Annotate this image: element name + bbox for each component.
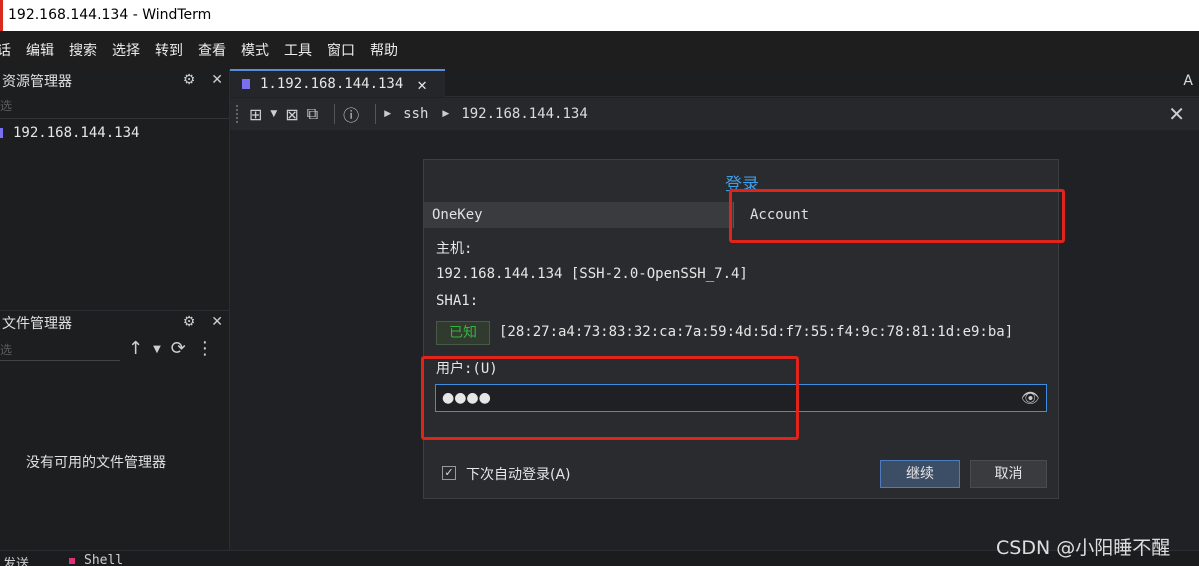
continue-button[interactable]: 继续	[880, 460, 960, 488]
highlight-box-user	[421, 356, 799, 440]
sha-fingerprint: [28:27:a4:73:83:32:ca:7a:59:4d:5d:f7:55:…	[499, 324, 1014, 340]
menu-select[interactable]: 选择	[112, 40, 146, 60]
sha-label: SHA1:	[436, 293, 479, 309]
menu-window[interactable]: 窗口	[327, 40, 361, 60]
session-label: 192.168.144.134	[13, 125, 140, 141]
title-accent	[0, 0, 3, 31]
status-shell[interactable]: Shell	[84, 553, 123, 566]
auto-login-label[interactable]: 下次自动登录(A)	[466, 464, 571, 484]
info-icon[interactable]: ⓘ	[343, 102, 359, 126]
file-manager-header: 文件管理器 ⚙ ✕	[0, 311, 229, 335]
highlight-box-account	[729, 189, 1065, 243]
tab-label: 1.192.168.144.134	[260, 76, 404, 92]
close-icon[interactable]: ✕	[417, 75, 427, 94]
host-value: 192.168.144.134 [SSH-2.0-OpenSSH_7.4]	[436, 266, 748, 282]
close-icon[interactable]: ✕	[1168, 102, 1185, 126]
tab-session[interactable]: 1.192.168.144.134 ✕	[230, 69, 445, 97]
refresh-icon[interactable]: ⟳	[171, 338, 186, 362]
breadcrumb-host[interactable]: 192.168.144.134	[461, 106, 587, 122]
explorer-header: 资源管理器 ⚙ ✕	[0, 69, 229, 93]
menu-help[interactable]: 帮助	[370, 40, 404, 60]
tab-color-marker	[242, 79, 250, 89]
session-item[interactable]: 192.168.144.134	[0, 119, 229, 147]
toolbar-separator	[334, 104, 336, 124]
host-label: 主机:	[436, 241, 473, 257]
file-manager-panel: 文件管理器 ⚙ ✕ 选 ↑ ▼ ⟳ ⋮ 没有可用的文件管理器	[0, 310, 229, 550]
gear-icon[interactable]: ⚙	[183, 314, 196, 330]
toolbar-grip[interactable]	[236, 105, 239, 123]
status-send[interactable]: 发送	[3, 553, 29, 566]
chevron-down-icon[interactable]: ▼	[270, 109, 277, 119]
menu-bar: 话 编辑 搜索 选择 转到 查看 模式 工具 窗口 帮助	[0, 31, 1199, 69]
left-sidebar: 资源管理器 ⚙ ✕ 选 192.168.144.134 文件管理器 ⚙ ✕ 选 …	[0, 69, 230, 550]
watermark-text: CSDN @小阳睡不醒	[996, 537, 1171, 559]
file-manager-empty-text: 没有可用的文件管理器	[26, 455, 166, 471]
session-color-marker	[0, 128, 3, 138]
auto-login-checkbox[interactable]: ✓	[442, 466, 456, 480]
tabstrip-right-label: A	[1183, 73, 1193, 89]
menu-edit[interactable]: 编辑	[26, 40, 60, 60]
window-title: 192.168.144.134 - WindTerm	[8, 7, 212, 23]
file-manager-filter-input[interactable]: 选	[0, 339, 120, 361]
chevron-down-icon[interactable]: ▼	[153, 338, 161, 362]
file-manager-filter-row: 选 ↑ ▼ ⟳ ⋮	[0, 335, 229, 365]
gear-icon[interactable]: ⚙	[183, 72, 196, 88]
more-icon[interactable]: ⋮	[196, 338, 214, 362]
menu-view[interactable]: 查看	[198, 40, 232, 60]
breadcrumb-protocol[interactable]: ssh	[403, 106, 428, 122]
explorer-title: 资源管理器	[2, 74, 72, 90]
cancel-button[interactable]: 取消	[970, 460, 1047, 488]
breadcrumb-arrow-icon: ▶	[442, 109, 450, 119]
known-badge: 已知	[436, 321, 490, 345]
session-toolbar: ⊞ ▼ ⊠ ⧉ ⓘ ▶ ssh ▶ 192.168.144.134 ✕	[230, 98, 1199, 130]
eye-icon[interactable]: 👁	[1021, 385, 1040, 411]
new-session-icon[interactable]: ⊞	[249, 105, 262, 124]
explorer-filter-input[interactable]: 选	[0, 93, 229, 119]
tab-onekey[interactable]: OneKey	[424, 202, 733, 228]
menu-session[interactable]: 话	[0, 40, 17, 60]
breadcrumb-arrow-icon: ▶	[384, 109, 392, 119]
duplicate-session-icon[interactable]: ⧉	[307, 104, 318, 124]
toolbar-separator	[375, 104, 377, 124]
close-icon[interactable]: ✕	[211, 72, 223, 88]
close-icon[interactable]: ✕	[211, 314, 223, 330]
tab-strip: 1.192.168.144.134 ✕ A	[230, 69, 1199, 97]
menu-mode[interactable]: 模式	[241, 40, 275, 60]
window-title-bar: 192.168.144.134 - WindTerm	[0, 0, 1199, 31]
disconnect-icon[interactable]: ⊠	[285, 105, 298, 124]
arrow-up-icon[interactable]: ↑	[128, 338, 143, 362]
menu-tools[interactable]: 工具	[284, 40, 318, 60]
file-manager-title: 文件管理器	[2, 316, 72, 332]
menu-search[interactable]: 搜索	[69, 40, 103, 60]
shell-color-marker	[69, 558, 75, 564]
menu-goto[interactable]: 转到	[155, 40, 189, 60]
